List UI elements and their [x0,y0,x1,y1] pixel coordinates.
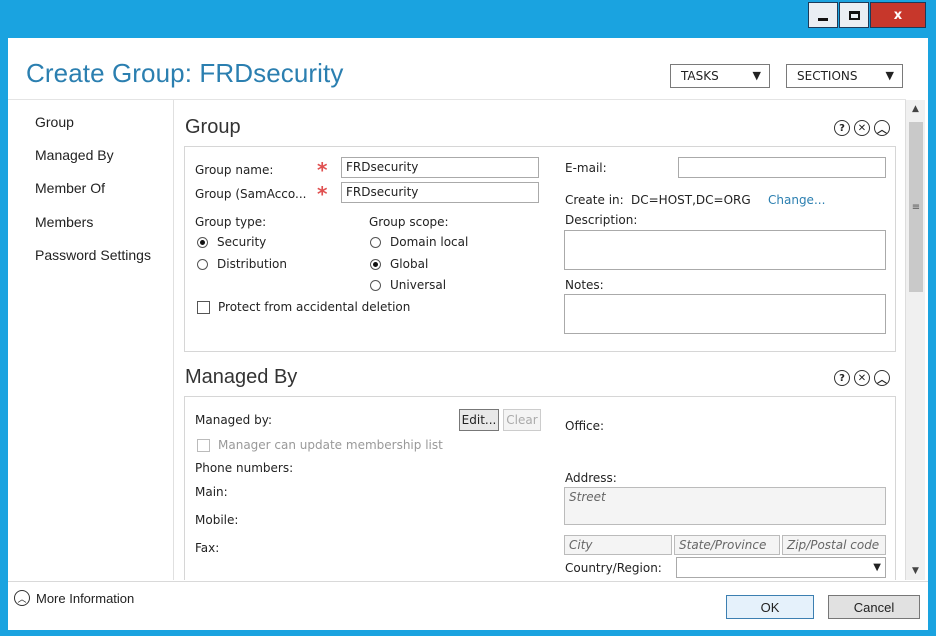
manager-update-checkbox[interactable] [197,439,210,452]
email-label: E-mail: [565,161,607,175]
minimize-icon [818,17,828,21]
state-input[interactable]: State/Province [674,535,780,555]
scope-universal-radio[interactable] [370,280,381,291]
help-icon[interactable]: ? [834,120,850,136]
managed-by-section-title: Managed By [185,366,298,388]
minimize-button[interactable] [808,2,838,28]
email-input[interactable] [678,157,886,178]
ok-button[interactable]: OK [726,595,814,619]
zip-input[interactable]: Zip/Postal code [782,535,886,555]
title-bar[interactable]: x [0,0,936,38]
scroll-down-icon[interactable]: ▼ [906,562,925,580]
scope-domain-local-radio[interactable] [370,237,381,248]
mobile-phone-label: Mobile: [195,513,239,527]
chevron-up-circle-icon[interactable]: ︿ [874,370,890,386]
nav-item-password-settings[interactable]: Password Settings [35,247,151,263]
country-select[interactable]: ▼ [676,557,886,578]
main-content: Group ? ✕ ︿ Group name: * FRDsecurity Gr… [174,100,904,580]
grip-icon: ≡ [911,201,921,213]
nav-item-managed-by[interactable]: Managed By [35,147,114,163]
close-circle-icon[interactable]: ✕ [854,370,870,386]
address-label: Address: [565,471,617,485]
country-label: Country/Region: [565,561,662,575]
type-security-label: Security [217,235,267,249]
notes-textarea[interactable] [564,294,886,334]
manager-update-label: Manager can update membership list [218,438,443,452]
scope-global-radio[interactable] [370,259,381,270]
more-information-toggle[interactable]: ︿ More Information [14,590,134,606]
close-circle-icon[interactable]: ✕ [854,120,870,136]
description-label: Description: [565,213,638,227]
chevron-up-circle-icon: ︿ [14,590,30,606]
tasks-label: TASKS [681,69,719,83]
type-distribution-label: Distribution [217,257,288,271]
description-textarea[interactable] [564,230,886,270]
scope-universal-label: Universal [390,278,447,292]
managed-by-section-panel: Managed by: Edit... Clear Manager can up… [184,396,896,580]
city-input[interactable]: City [564,535,672,555]
clear-manager-button[interactable]: Clear [503,409,541,431]
protect-deletion-checkbox[interactable] [197,301,210,314]
nav-item-member-of[interactable]: Member Of [35,180,105,196]
sections-dropdown[interactable]: SECTIONS ▼ [786,64,903,88]
footer-divider [8,581,928,582]
scroll-thumb[interactable]: ≡ [909,122,923,292]
type-distribution-radio[interactable] [197,259,208,270]
group-type-label: Group type: [195,215,267,229]
required-icon: * [317,158,328,182]
group-scope-label: Group scope: [369,215,449,229]
sections-label: SECTIONS [797,69,858,83]
edit-manager-button[interactable]: Edit... [459,409,499,431]
cancel-button[interactable]: Cancel [828,595,920,619]
chevron-down-icon: ▼ [885,69,894,82]
dialog-client: Create Group: FRDsecurity TASKS ▼ SECTIO… [8,38,928,630]
page-title: Create Group: FRDsecurity [26,58,344,88]
managed-section-controls: ? ✕ ︿ [834,370,890,386]
group-section-controls: ? ✕ ︿ [834,120,890,136]
group-section-panel: Group name: * FRDsecurity Group (SamAcco… [184,146,896,352]
scope-domain-local-label: Domain local [390,235,469,249]
help-icon[interactable]: ? [834,370,850,386]
change-location-link[interactable]: Change... [768,193,825,207]
section-nav: Group Managed By Member Of Members Passw… [8,100,174,580]
managed-by-label: Managed by: [195,413,272,427]
fax-label: Fax: [195,541,220,555]
group-section-title: Group [185,116,241,138]
required-icon: * [317,182,328,206]
nav-item-members[interactable]: Members [35,214,93,230]
close-button[interactable]: x [870,2,926,28]
notes-label: Notes: [565,278,604,292]
street-input[interactable]: Street [564,487,886,525]
nav-item-group[interactable]: Group [35,114,74,130]
sam-account-label: Group (SamAcco... [195,187,307,201]
close-icon: x [893,7,903,23]
create-in-value: DC=HOST,DC=ORG [631,193,751,207]
create-in-label: Create in: [565,193,624,207]
chevron-up-circle-icon[interactable]: ︿ [874,120,890,136]
chevron-down-icon: ▼ [873,562,881,573]
group-name-label: Group name: [195,163,274,177]
maximize-icon [848,10,860,20]
chevron-down-icon: ▼ [752,69,761,82]
group-name-input[interactable]: FRDsecurity [341,157,539,178]
phone-numbers-label: Phone numbers: [195,461,294,475]
scope-global-label: Global [390,257,429,271]
more-information-label: More Information [36,590,135,606]
window-frame: x Create Group: FRDsecurity TASKS ▼ SECT… [0,0,936,636]
main-phone-label: Main: [195,485,228,499]
maximize-button[interactable] [839,2,869,28]
office-label: Office: [565,419,605,433]
sam-account-input[interactable]: FRDsecurity [341,182,539,203]
tasks-dropdown[interactable]: TASKS ▼ [670,64,770,88]
protect-deletion-label: Protect from accidental deletion [218,300,411,314]
type-security-radio[interactable] [197,237,208,248]
scroll-up-icon[interactable]: ▲ [906,100,925,118]
content-scrollbar[interactable]: ▲ ≡ ▼ [905,100,925,580]
